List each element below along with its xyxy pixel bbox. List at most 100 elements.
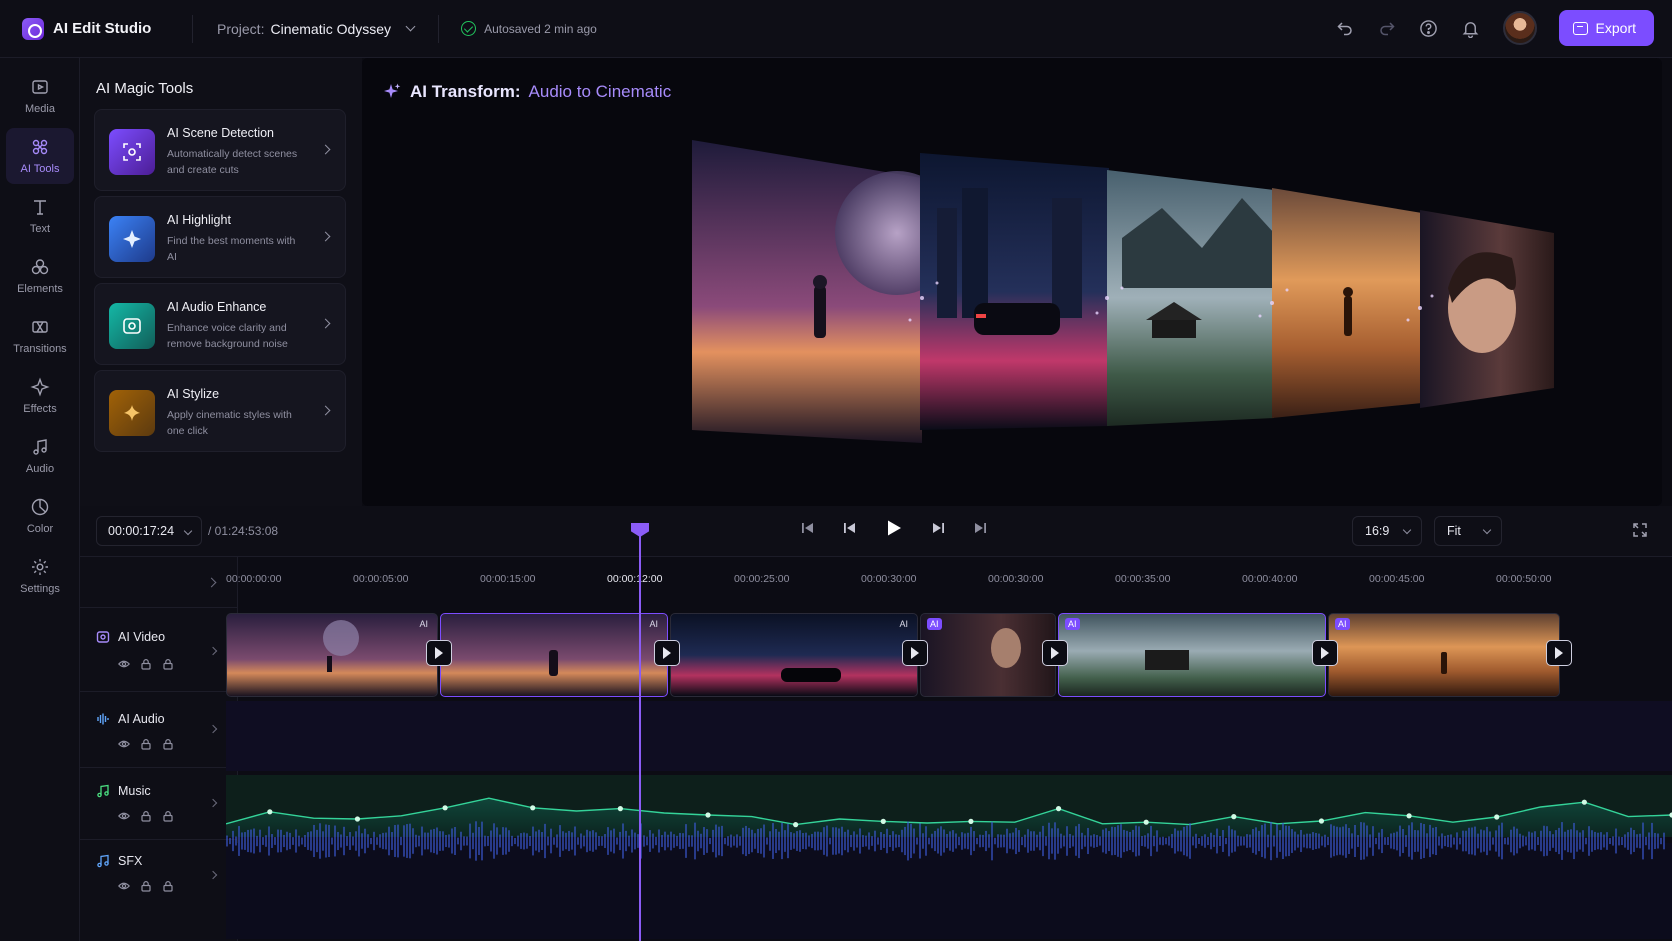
chevron-right-icon	[320, 318, 331, 329]
frame-astronaut	[692, 140, 959, 443]
lock-icon[interactable]	[140, 738, 152, 750]
rail-item-text[interactable]: Text	[6, 188, 74, 244]
undo-icon[interactable]	[1335, 18, 1355, 38]
rail-label: Media	[25, 103, 55, 115]
rail-item-transitions[interactable]: Transitions	[6, 308, 74, 364]
chevron-down-icon	[405, 21, 416, 32]
tool-desc: Enhance voice clarity and remove backgro…	[167, 322, 288, 350]
lock-icon[interactable]	[162, 880, 174, 892]
preview-canvas[interactable]: AI Transform: Audio to Cinematic	[362, 58, 1662, 506]
track-header-sfx[interactable]: SFX	[80, 839, 238, 941]
tool-name: AI Audio Enhance	[167, 300, 267, 314]
sfx-track-bg	[226, 843, 1672, 939]
sfx-track-icon	[97, 854, 109, 868]
previous-frame-icon[interactable]	[842, 520, 858, 536]
avatar[interactable]	[1502, 11, 1537, 45]
track-header-ai-video[interactable]: AI Video	[80, 607, 238, 691]
play-icon[interactable]	[884, 518, 904, 538]
skip-to-start-icon[interactable]	[800, 520, 816, 536]
app-name: AI Edit Studio	[53, 20, 152, 37]
eye-icon[interactable]	[118, 658, 130, 670]
playhead[interactable]	[631, 523, 649, 941]
lock-icon[interactable]	[162, 658, 174, 670]
chevron-down-icon	[1482, 525, 1492, 535]
track-title: AI Audio	[96, 712, 165, 726]
text-icon	[34, 200, 46, 215]
fullscreen-icon[interactable]	[1632, 522, 1648, 538]
top-bar: AI Edit Studio Project: Cinematic Odysse…	[0, 0, 1672, 58]
audio-tracks[interactable]	[226, 557, 1672, 941]
track-name: Music	[118, 784, 151, 798]
tool-card-stylize[interactable]: AI Stylize Apply cinematic styles with o…	[94, 370, 346, 452]
zoom-value: Fit	[1447, 524, 1461, 538]
zoom-select[interactable]: Fit	[1434, 516, 1502, 546]
lock-icon[interactable]	[140, 810, 152, 822]
export-icon	[1572, 21, 1588, 35]
rail-label: Transitions	[13, 343, 67, 355]
left-rail: Media AI Tools Text Elements Transitions…	[0, 58, 80, 941]
color-icon	[31, 498, 49, 516]
elements-icon	[31, 259, 49, 275]
track-title: SFX	[96, 854, 142, 868]
lock-icon[interactable]	[162, 810, 174, 822]
preview-artwork	[363, 140, 1554, 443]
stylize-icon	[109, 390, 155, 436]
eye-icon[interactable]	[118, 810, 130, 822]
track-toggles	[118, 810, 174, 822]
help-icon[interactable]	[1419, 18, 1439, 38]
ai-tools-icon	[32, 139, 48, 155]
rail-label: AI Tools	[20, 163, 60, 175]
rail-item-media[interactable]: Media	[6, 68, 74, 124]
rail-item-elements[interactable]: Elements	[6, 248, 74, 304]
aspect-ratio-select[interactable]: 16:9	[1352, 516, 1422, 546]
export-label: Export	[1595, 20, 1636, 36]
redo-icon[interactable]	[1377, 18, 1397, 38]
preview-title-suffix: Audio to Cinematic	[528, 82, 672, 101]
aspect-value: 16:9	[1365, 524, 1390, 538]
brand[interactable]: AI Edit Studio	[0, 17, 192, 40]
video-track-icon	[96, 631, 110, 643]
current-timecode: 00:00:17:24	[108, 524, 175, 538]
chevron-down-icon	[1402, 525, 1412, 535]
track-name: AI Audio	[118, 712, 165, 726]
track-header-music[interactable]: Music	[80, 767, 238, 839]
lock-icon[interactable]	[140, 658, 152, 670]
chevron-right-icon[interactable]	[208, 646, 218, 656]
tool-card-scene-detection[interactable]: AI Scene Detection Automatically detect …	[94, 109, 346, 191]
sparkle-icon	[384, 83, 401, 98]
autosave-status: Autosaved 2 min ago	[439, 21, 597, 36]
rail-item-effects[interactable]: Effects	[6, 368, 74, 424]
timecode-selector[interactable]: 00:00:17:24	[96, 516, 202, 546]
lock-icon[interactable]	[140, 880, 152, 892]
app-window: AI Edit Studio Project: Cinematic Odysse…	[0, 0, 1672, 941]
track-title: Music	[96, 784, 151, 798]
tool-desc: Apply cinematic styles with one click	[167, 409, 292, 437]
lock-icon[interactable]	[162, 738, 174, 750]
bell-icon[interactable]	[1461, 18, 1481, 38]
chevron-right-icon[interactable]	[208, 870, 218, 880]
rail-item-color[interactable]: Color	[6, 488, 74, 544]
eye-icon[interactable]	[118, 880, 130, 892]
app-logo-icon	[22, 17, 44, 40]
chevron-right-icon[interactable]	[206, 577, 217, 588]
rail-item-audio[interactable]: Audio	[6, 428, 74, 484]
tool-card-highlight[interactable]: AI Highlight Find the best moments with …	[94, 196, 346, 278]
project-selector[interactable]: Project: Cinematic Odyssey	[193, 21, 438, 37]
rail-item-ai-tools[interactable]: AI Tools	[6, 128, 74, 184]
rail-item-settings[interactable]: Settings	[6, 548, 74, 604]
chevron-right-icon	[320, 405, 331, 416]
track-header-ai-audio[interactable]: AI Audio	[80, 691, 238, 767]
rail-label: Effects	[23, 403, 57, 415]
panel-title: AI Magic Tools	[96, 80, 194, 97]
settings-icon	[32, 559, 48, 575]
chevron-right-icon[interactable]	[208, 798, 218, 808]
chevron-right-icon[interactable]	[208, 724, 218, 734]
timeline: AI Video AI Audio Music SFX 00:00:00:00 …	[80, 523, 1672, 941]
next-frame-icon[interactable]	[930, 520, 946, 536]
highlight-icon	[109, 216, 155, 262]
eye-icon[interactable]	[118, 738, 130, 750]
export-button[interactable]: Export	[1558, 10, 1654, 46]
tool-card-audio-enhance[interactable]: AI Audio Enhance Enhance voice clarity a…	[94, 283, 346, 365]
skip-to-end-icon[interactable]	[972, 520, 988, 536]
preview-title-prefix: AI Transform:	[410, 82, 521, 101]
